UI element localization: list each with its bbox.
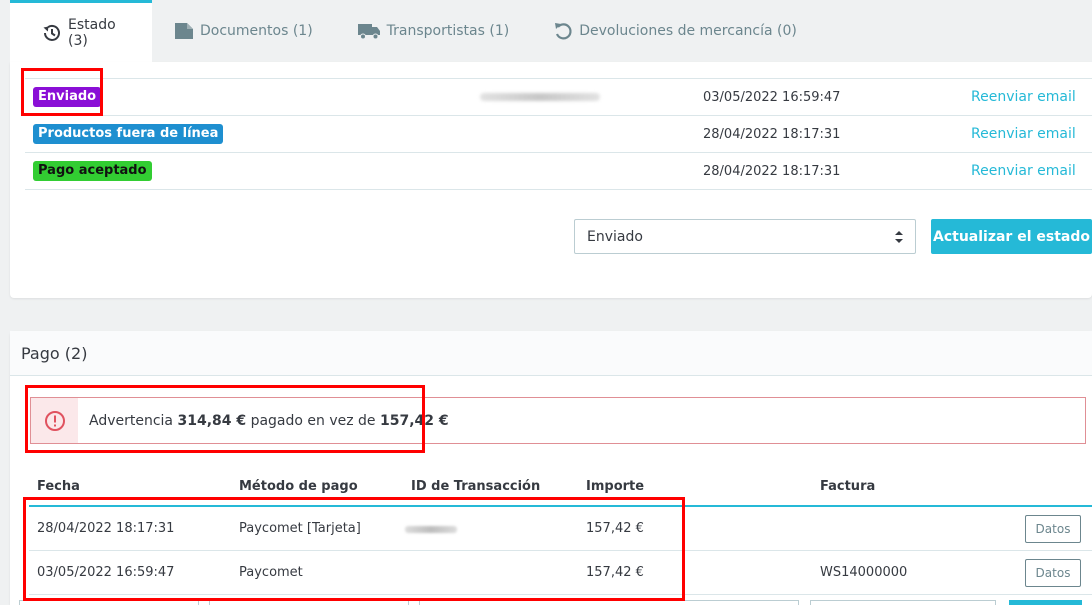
column-header: Importe	[586, 479, 645, 494]
tab-estado[interactable]: Estado (3)	[10, 0, 152, 62]
partial-input[interactable]	[419, 600, 799, 605]
payment-amount: 157,42 €	[586, 565, 644, 580]
alert-middle-text: pagado en vez de	[250, 412, 376, 429]
tab-transportistas[interactable]: Transportistas (1)	[335, 0, 532, 62]
resend-email-link[interactable]: Reenviar email	[971, 163, 1076, 179]
history-icon	[43, 24, 60, 41]
payment-warning-alert: Advertencia 314,84 € pagado en vez de 15…	[30, 397, 1086, 444]
table-row: 28/04/2022 18:17:31 Paycomet [Tarjeta] 1…	[29, 507, 1092, 551]
column-header: ID de Transacción	[411, 479, 541, 494]
tab-devoluciones[interactable]: Devoluciones de mercancía (0)	[531, 0, 819, 62]
payment-title: Pago (2)	[10, 331, 1092, 376]
status-badge: Pago aceptado	[33, 161, 152, 181]
tab-label: Documentos (1)	[200, 23, 313, 39]
details-button[interactable]: Datos	[1025, 515, 1081, 543]
payment-date: 03/05/2022 16:59:47	[37, 565, 175, 580]
status-panel: Enviado 03/05/2022 16:59:47 Reenviar ema…	[10, 62, 1092, 298]
payment-invoice: WS14000000	[820, 565, 908, 580]
tab-label: Transportistas (1)	[386, 23, 510, 39]
status-row: Productos fuera de línea 28/04/2022 18:1…	[25, 116, 1092, 153]
status-badge: Productos fuera de línea	[33, 124, 224, 144]
order-state-select[interactable]: Enviado	[574, 219, 916, 254]
warning-circle-icon	[44, 410, 65, 431]
undo-icon	[555, 23, 572, 40]
payment-panel: Pago (2) Advertencia 314,84 € pagado en …	[10, 331, 1092, 605]
new-payment-row-partial	[19, 596, 1082, 605]
partial-input[interactable]	[209, 600, 409, 605]
alert-expected-amount: 157,42 €	[379, 412, 449, 429]
tab-label: Estado (3)	[68, 16, 116, 49]
partial-button[interactable]	[1009, 600, 1082, 605]
table-header: Fecha Método de pago ID de Transacción I…	[29, 471, 1092, 507]
tab-documentos[interactable]: Documentos (1)	[152, 0, 335, 62]
table-row: 03/05/2022 16:59:47 Paycomet 157,42 € WS…	[29, 551, 1092, 595]
payment-amount: 157,42 €	[586, 521, 644, 536]
status-date: 03/05/2022 16:59:47	[703, 89, 841, 105]
status-date: 28/04/2022 18:17:31	[703, 126, 841, 142]
payment-method: Paycomet [Tarjeta]	[239, 521, 361, 536]
column-header: Fecha	[37, 479, 80, 494]
alert-paid-amount: 314,84 €	[177, 412, 247, 429]
select-value: Enviado	[587, 228, 643, 245]
order-tabs: Estado (3) Documentos (1) Transportistas…	[0, 0, 1092, 62]
partial-input[interactable]	[19, 600, 199, 605]
update-state-button[interactable]: Actualizar el estado	[931, 219, 1092, 254]
select-arrows-icon	[895, 231, 903, 243]
details-button[interactable]: Datos	[1025, 559, 1081, 587]
column-header: Factura	[820, 479, 876, 494]
payments-table: Fecha Método de pago ID de Transacción I…	[29, 471, 1092, 595]
redacted-transaction-id	[405, 526, 457, 533]
status-date: 28/04/2022 18:17:31	[703, 163, 841, 179]
tab-label: Devoluciones de mercancía (0)	[579, 23, 797, 39]
status-row: Pago aceptado 28/04/2022 18:17:31 Reenvi…	[25, 153, 1092, 190]
payment-method: Paycomet	[239, 565, 303, 580]
truck-icon	[357, 24, 380, 40]
file-icon	[175, 23, 193, 39]
resend-email-link[interactable]: Reenviar email	[971, 126, 1076, 142]
redacted-employee	[480, 93, 600, 101]
partial-input[interactable]	[810, 600, 996, 605]
payment-date: 28/04/2022 18:17:31	[37, 521, 175, 536]
status-row: Enviado 03/05/2022 16:59:47 Reenviar ema…	[25, 79, 1092, 116]
alert-icon-box	[31, 398, 78, 443]
status-badge: Enviado	[33, 87, 102, 107]
status-history-table: Enviado 03/05/2022 16:59:47 Reenviar ema…	[25, 78, 1092, 190]
alert-prefix: Advertencia	[89, 412, 174, 429]
column-header: Método de pago	[239, 479, 358, 494]
resend-email-link[interactable]: Reenviar email	[971, 89, 1076, 105]
alert-text: Advertencia 314,84 € pagado en vez de 15…	[78, 413, 449, 429]
